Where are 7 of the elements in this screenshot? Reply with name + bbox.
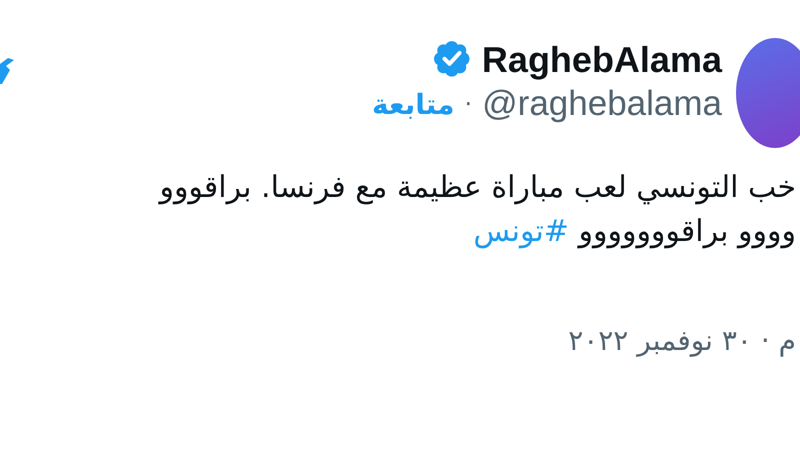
user-handle: @raghebalama (482, 83, 722, 125)
display-name: RaghebAlama (482, 38, 722, 82)
timestamp: م · ٣٠ نوفمبر ٢٠٢٢ (567, 324, 796, 357)
separator-dot: · (464, 90, 472, 118)
follow-link[interactable]: متابعة (372, 88, 455, 120)
hashtag-link[interactable]: #تونس (473, 214, 569, 249)
tweet-text: خب التونسي لعب مباراة عظيمة مع فرنسا. براقووو وووو براقووووووو #تونس (157, 169, 796, 251)
